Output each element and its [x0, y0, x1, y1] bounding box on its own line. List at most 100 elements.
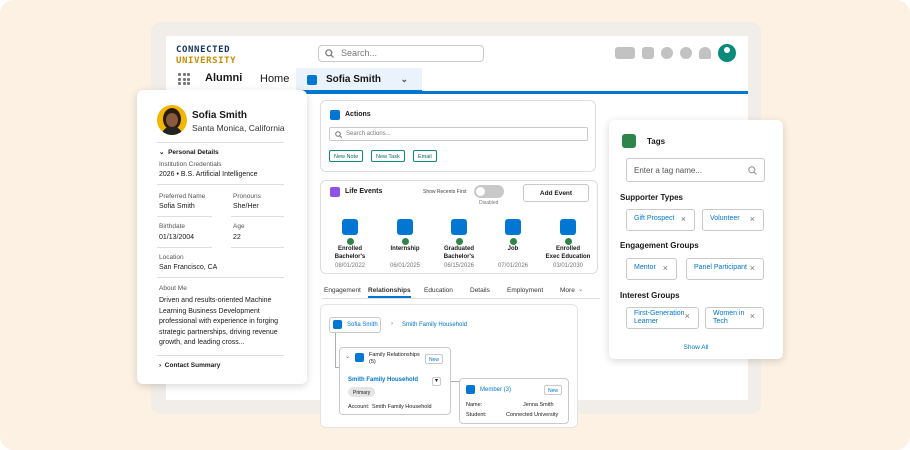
- close-icon[interactable]: ×: [750, 263, 755, 273]
- household-name-link[interactable]: Smith Family Household: [348, 377, 418, 383]
- gear-icon[interactable]: [680, 47, 692, 59]
- tab-relationships[interactable]: Relationships: [368, 287, 411, 298]
- household-icon: [355, 353, 364, 362]
- tag-volunteer[interactable]: Volunteer ×: [702, 209, 764, 231]
- chevron-right-icon: ›: [391, 321, 393, 327]
- tag-label: Mentor: [634, 264, 656, 271]
- show-recents-toggle[interactable]: [474, 185, 504, 198]
- close-icon[interactable]: ×: [681, 214, 686, 224]
- add-event-button[interactable]: Add Event: [523, 184, 589, 202]
- tag-gift-prospect[interactable]: Gift Prospect ×: [626, 209, 695, 231]
- tag-label: Gift Prospect: [634, 215, 675, 222]
- tab-engagement[interactable]: Engagement: [324, 287, 361, 294]
- relationship-root-node[interactable]: Sofia Smith: [329, 317, 381, 333]
- new-task-button[interactable]: New Task: [371, 150, 405, 162]
- global-search-input[interactable]: Search...: [318, 45, 484, 62]
- header-utility-icons: [615, 44, 736, 62]
- award-icon: [560, 219, 576, 235]
- close-icon[interactable]: ×: [750, 214, 755, 224]
- profile-location: Santa Monica, California: [192, 123, 285, 133]
- primary-badge: Primary: [348, 387, 376, 397]
- milestone-date: 07/01/2026: [497, 263, 529, 269]
- check-icon: [509, 238, 517, 245]
- milestone-internship[interactable]: Internship 06/01/2025: [380, 219, 430, 269]
- milestone-title: Enrolled Exec Education: [545, 246, 591, 260]
- about-text: Driven and results-oriented Machine Lear…: [159, 297, 279, 346]
- milestone-title: Graduated Bachelor's: [443, 246, 475, 260]
- credentials-value: 2026 • B.S. Artificial Intelligence: [159, 171, 258, 178]
- graduation-cap-icon: [451, 219, 467, 235]
- milestone-title: Job: [507, 246, 519, 252]
- preferred-name-label: Preferred Name: [159, 193, 206, 200]
- household-link[interactable]: Smith Family Household: [402, 322, 467, 328]
- life-events-title: Life Events: [345, 188, 383, 195]
- row-menu-dropdown[interactable]: ▾: [432, 377, 441, 386]
- milestone-date: 03/01/2030: [552, 263, 584, 269]
- tab-education[interactable]: Education: [424, 287, 453, 294]
- logo-line-2: UNIVERSITY: [176, 56, 237, 66]
- chevron-down-icon[interactable]: ⌄: [400, 74, 408, 85]
- marketing-canvas: CONNECTED UNIVERSITY Search... Alumni Ho…: [0, 0, 910, 450]
- new-note-button[interactable]: New Note: [329, 150, 364, 162]
- close-icon[interactable]: ×: [750, 312, 755, 321]
- family-relationships-title: Family Relationships (5): [369, 352, 420, 365]
- milestone-date: 06/15/2026: [443, 263, 475, 269]
- nav-home-tab[interactable]: Home: [260, 73, 289, 85]
- location-label: Location: [159, 254, 184, 261]
- new-member-button[interactable]: New: [544, 385, 562, 395]
- profile-name: Sofia Smith: [192, 110, 248, 121]
- life-events-card: Life Events Show Recents First Disabled …: [320, 180, 598, 274]
- member-student-value: Connected University: [506, 412, 559, 418]
- milestone-enrolled-exec-education[interactable]: Enrolled Exec Education 03/01/2030: [543, 219, 593, 269]
- birthdate-value: 01/13/2004: [159, 234, 195, 241]
- help-icon[interactable]: [661, 47, 673, 59]
- contact-icon: [307, 75, 317, 85]
- tag-label: Women in Tech: [713, 310, 745, 325]
- search-icon: [335, 131, 342, 138]
- record-tab-label: Sofia Smith: [326, 74, 382, 85]
- tab-employment[interactable]: Employment: [507, 287, 543, 294]
- actions-title: Actions: [345, 111, 371, 118]
- tag-first-generation-learner[interactable]: First-Generation Learner ×: [626, 307, 699, 329]
- tag-icon: [622, 134, 636, 148]
- favorites-icon[interactable]: [615, 47, 635, 59]
- email-button[interactable]: Email: [413, 150, 437, 162]
- tag-name-input[interactable]: Enter a tag name...: [626, 158, 765, 182]
- contact-icon: [333, 320, 342, 329]
- tag-mentor[interactable]: Mentor ×: [626, 258, 677, 280]
- chevron-down-icon[interactable]: ⌄: [578, 285, 583, 293]
- tab-more[interactable]: More: [560, 287, 575, 294]
- bell-icon[interactable]: [699, 47, 711, 59]
- show-recents-label: Show Recents First: [423, 189, 467, 195]
- milestone-title: Enrolled Bachelor's: [334, 246, 366, 260]
- actions-search-input[interactable]: Search actions...: [329, 127, 588, 141]
- milestone-job[interactable]: Job 07/01/2026: [488, 219, 538, 269]
- actions-search-placeholder: Search actions...: [346, 131, 391, 137]
- search-placeholder: Search...: [341, 48, 378, 58]
- tag-label: Panel Participant: [694, 264, 747, 271]
- tag-panel-participant[interactable]: Panel Participant ×: [686, 258, 764, 280]
- actions-card: Actions Search actions... New Note New T…: [320, 100, 596, 172]
- close-icon[interactable]: ×: [685, 312, 690, 321]
- record-tab-sofia-smith[interactable]: Sofia Smith ⌄: [296, 68, 422, 92]
- user-avatar[interactable]: [718, 44, 736, 62]
- briefcase-icon: [505, 219, 521, 235]
- app-name: Alumni: [205, 72, 243, 84]
- chevron-down-icon[interactable]: ⌄: [345, 353, 350, 360]
- member-student-label: Student:: [466, 412, 487, 418]
- app-launcher-icon[interactable]: [178, 73, 190, 85]
- show-all-link[interactable]: Show All: [609, 344, 783, 351]
- member-title[interactable]: Member (3): [480, 387, 511, 393]
- personal-details-header[interactable]: ⌄ Personal Details: [159, 148, 219, 156]
- milestone-graduated-bachelors[interactable]: Graduated Bachelor's 06/15/2026: [434, 219, 484, 269]
- location-value: San Francisco, CA: [159, 264, 218, 271]
- tag-women-in-tech[interactable]: Women in Tech ×: [705, 307, 764, 329]
- milestone-enrolled-bachelors[interactable]: Enrolled Bachelor's 08/01/2022: [325, 219, 375, 269]
- contact-summary-header[interactable]: › Contact Summary: [159, 362, 220, 369]
- check-icon: [455, 238, 463, 245]
- close-icon[interactable]: ×: [663, 263, 668, 273]
- tab-details[interactable]: Details: [470, 287, 490, 294]
- add-icon[interactable]: [642, 47, 654, 59]
- logo-line-1: CONNECTED: [176, 45, 231, 55]
- new-relationship-button[interactable]: New: [425, 354, 443, 364]
